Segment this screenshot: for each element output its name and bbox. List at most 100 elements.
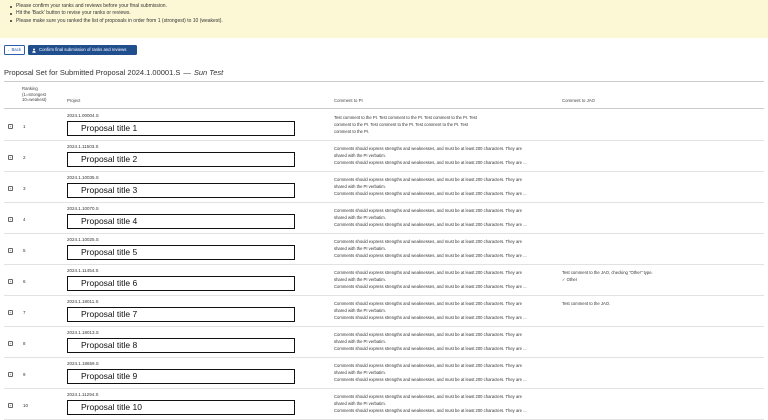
comment-to-pi: Comments should express strengths and we… xyxy=(334,207,552,229)
pi-comment-line: shared with the PI verbatim. xyxy=(334,401,386,407)
table-row: +1 2024.1.00004.S Proposal title 1 Test com… xyxy=(4,110,764,141)
pi-comment-line: shared with the PI verbatim. xyxy=(334,153,386,159)
pi-comment-line: shared with the PI verbatim. xyxy=(334,370,386,376)
pi-comment-line: Test comment to the PI. Test comment to … xyxy=(334,115,477,120)
proposal-title-box: Proposal title 6 xyxy=(67,276,295,291)
rank-value: 10 xyxy=(23,403,29,408)
pi-comment-line: comment to the PI. xyxy=(334,129,370,135)
project-column-header: Project xyxy=(67,98,81,103)
proposal-title-box: Proposal title 1 xyxy=(67,121,295,136)
pi-comment-line: Comments should express strengths and we… xyxy=(334,377,527,383)
proposal-table: Ranking (1=strongest 10=weakest) Project… xyxy=(4,81,764,420)
pi-comment-line: Comments should express strengths and we… xyxy=(334,284,527,290)
proposal-id: 2024.1.11503.S xyxy=(67,144,99,149)
pi-comment-line: Comments should express strengths and we… xyxy=(334,146,522,151)
table-row: +5 2024.1.10025.S Proposal title 5 Comments… xyxy=(4,234,764,265)
pi-comment-line: Comments should express strengths and we… xyxy=(334,191,527,197)
comment-to-jao: Test comment to the JAO. xyxy=(562,300,762,307)
rank-value: 2 xyxy=(23,155,26,160)
comment-jao-column-header: Comment to JAO xyxy=(562,98,595,103)
rank-value: 9 xyxy=(23,372,26,377)
proposal-title-box: Proposal title 8 xyxy=(67,338,295,353)
ranking-header-line: 10=weakest) xyxy=(22,97,47,102)
pi-comment-line: Comments should express strengths and we… xyxy=(334,177,522,182)
pi-comment-line: shared with the PI verbatim. xyxy=(334,277,386,283)
pi-comment-line: Comments should express strengths and we… xyxy=(334,332,522,337)
ranking-column-header: Ranking (1=strongest 10=weakest) xyxy=(22,86,62,103)
arrow-left-icon xyxy=(8,49,10,51)
proposal-id: 2024.1.18659.S xyxy=(67,361,99,366)
pi-comment-line: Comments should express strengths and we… xyxy=(334,315,527,321)
rank-value: 4 xyxy=(23,217,26,222)
table-row: +9 2024.1.18659.S Proposal title 9 Comments… xyxy=(4,358,764,389)
pi-comment-line: Comments should express strengths and we… xyxy=(334,270,522,275)
comment-to-pi: Comments should express strengths and we… xyxy=(334,269,552,291)
proposal-title-box: Proposal title 7 xyxy=(67,307,295,322)
pi-comment-line: Comments should express strengths and we… xyxy=(334,222,527,228)
back-button[interactable]: Back xyxy=(4,45,25,55)
expand-row-icon[interactable]: + xyxy=(8,248,13,253)
pi-comment-line: Comments should express strengths and we… xyxy=(334,239,522,244)
proposal-title-box: Proposal title 3 xyxy=(67,183,295,198)
expand-row-icon[interactable]: + xyxy=(8,372,13,377)
back-button-label: Back xyxy=(11,47,21,52)
proposal-id: 2024.1.00004.S xyxy=(67,113,99,118)
title-separator: — xyxy=(183,68,191,77)
comment-to-pi: Comments should express strengths and we… xyxy=(334,331,552,353)
table-row: +4 2024.1.10070.S Proposal title 4 Comments… xyxy=(4,203,764,234)
comment-to-pi: Comments should express strengths and we… xyxy=(334,176,552,198)
table-header: Ranking (1=strongest 10=weakest) Project… xyxy=(4,82,764,109)
expand-row-icon[interactable]: + xyxy=(8,310,13,315)
proposal-title-box: Proposal title 5 xyxy=(67,245,295,260)
confirm-submission-button[interactable]: Confirm final submission of ranks and re… xyxy=(28,45,137,55)
pi-comment-line: shared with the PI verbatim. xyxy=(334,308,386,314)
proposal-id: 2024.1.18011.S xyxy=(67,299,99,304)
page-title-text: Proposal Set for Submitted Proposal 2024… xyxy=(4,68,181,77)
pi-comment-line: shared with the PI verbatim. xyxy=(334,339,386,345)
pi-comment-line: Comments should express strengths and we… xyxy=(334,160,527,166)
expand-row-icon[interactable]: + xyxy=(8,279,13,284)
pi-comment-line: shared with the PI verbatim. xyxy=(334,184,386,190)
expand-row-icon[interactable]: + xyxy=(8,217,13,222)
pi-comment-line: comment to the PI. Test comment to the P… xyxy=(334,122,469,128)
expand-row-icon[interactable]: + xyxy=(8,186,13,191)
rank-value: 5 xyxy=(23,248,26,253)
jao-comment-line: Test comment to the JAO. xyxy=(562,301,611,306)
expand-row-icon[interactable]: + xyxy=(8,155,13,160)
instruction-item: Please confirm your ranks and reviews be… xyxy=(8,3,768,10)
pi-comment-line: Comments should express strengths and we… xyxy=(334,208,522,213)
pi-comment-line: shared with the PI verbatim. xyxy=(334,215,386,221)
proposal-id: 2024.1.11294.S xyxy=(67,392,99,397)
proposal-title-box: Proposal title 10 xyxy=(67,400,295,415)
proposal-id: 2024.1.10025.S xyxy=(67,237,99,242)
rank-value: 6 xyxy=(23,279,26,284)
pi-comment-line: Comments should express strengths and we… xyxy=(334,363,522,368)
instructions-list: Please confirm your ranks and reviews be… xyxy=(8,3,768,25)
user-upload-icon xyxy=(32,48,36,53)
proposal-id: 2024.1.18013.S xyxy=(67,330,99,335)
pi-comment-line: Comments should express strengths and we… xyxy=(334,394,522,399)
rank-value: 3 xyxy=(23,186,26,191)
comment-to-pi: Comments should express strengths and we… xyxy=(334,145,552,167)
expand-row-icon[interactable]: + xyxy=(8,341,13,346)
table-row: +6 2024.1.11454.S Proposal title 6 Comments… xyxy=(4,265,764,296)
proposal-title-box: Proposal title 2 xyxy=(67,152,295,167)
table-row: +3 2024.1.10035.S Proposal title 3 Comments… xyxy=(4,172,764,203)
instruction-item: Please make sure you ranked the list of … xyxy=(8,18,768,25)
jao-comment-line: ✓ Other xyxy=(562,277,578,283)
expand-row-icon[interactable]: + xyxy=(8,403,13,408)
table-row: +7 2024.1.18011.S Proposal title 7 Comments… xyxy=(4,296,764,327)
rank-value: 8 xyxy=(23,341,26,346)
rank-value: 1 xyxy=(23,124,26,129)
table-row: +8 2024.1.18013.S Proposal title 8 Comments… xyxy=(4,327,764,358)
comment-to-pi: Comments should express strengths and we… xyxy=(334,362,552,384)
comment-to-jao: Test comment to the JAO, checking "Other… xyxy=(562,269,762,283)
comment-to-pi: Test comment to the PI. Test comment to … xyxy=(334,114,552,136)
pi-comment-line: Comments should express strengths and we… xyxy=(334,253,527,259)
expand-row-icon[interactable]: + xyxy=(8,124,13,129)
pi-comment-line: Comments should express strengths and we… xyxy=(334,346,527,352)
comment-to-pi: Comments should express strengths and we… xyxy=(334,300,552,322)
comment-to-pi: Comments should express strengths and we… xyxy=(334,238,552,260)
proposal-id: 2024.1.10070.S xyxy=(67,206,99,211)
page-subtitle: Sun Test xyxy=(193,68,224,77)
